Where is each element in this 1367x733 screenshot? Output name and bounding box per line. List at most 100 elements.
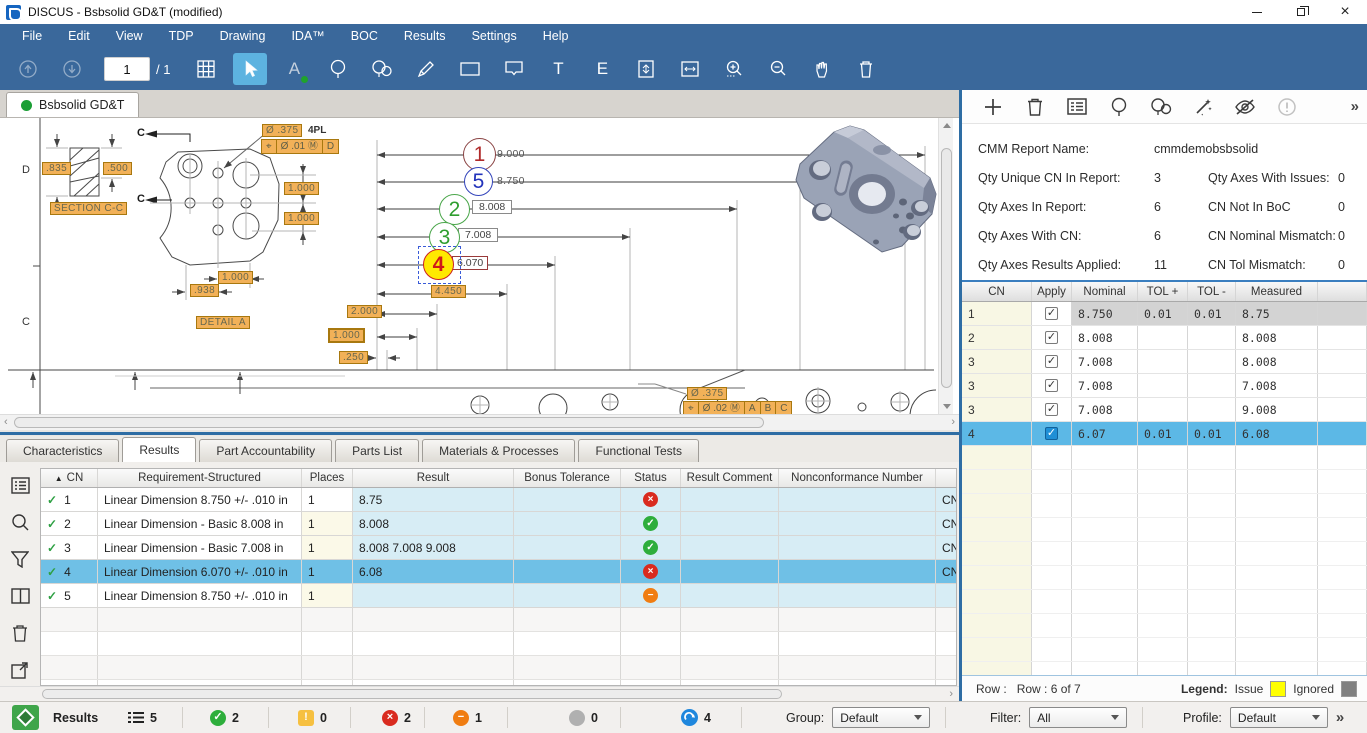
header-places[interactable]: Places [302, 469, 353, 487]
scroll-right-icon[interactable]: › [951, 416, 955, 428]
dim-v1000b[interactable]: 1.000 [284, 212, 319, 225]
menu-boc[interactable]: BOC [339, 26, 390, 46]
delete-row-button[interactable] [9, 622, 31, 644]
header-result-comment[interactable]: Result Comment [681, 469, 779, 487]
result-row[interactable]: ✓5Linear Dimension 8.750 +/- .010 in1− [41, 584, 956, 608]
restore-button[interactable] [1279, 0, 1323, 24]
panel-expand-icon[interactable]: » [1351, 98, 1359, 115]
delete-tool-button[interactable] [849, 53, 883, 85]
apply-checkbox[interactable]: ✓ [1045, 403, 1058, 416]
menu-ida[interactable]: IDA™ [279, 26, 336, 46]
header-measured[interactable]: Measured [1236, 282, 1318, 301]
menu-edit[interactable]: Edit [56, 26, 102, 46]
delete-button[interactable] [1014, 93, 1056, 121]
cmm-axis-row[interactable]: 3✓7.0088.008 [962, 350, 1367, 374]
pencil-tool-button[interactable] [409, 53, 443, 85]
fcf-bottom[interactable]: ⌖ Ø .02 Ⓜ A B C [684, 401, 792, 414]
zoom-region-button[interactable] [717, 53, 751, 85]
add-button[interactable] [972, 93, 1014, 121]
result-row[interactable]: ✓2Linear Dimension - Basic 8.008 in18.00… [41, 512, 956, 536]
cmm-axis-row[interactable]: 2✓8.0088.008 [962, 326, 1367, 350]
header-cn[interactable]: ▲CN [41, 469, 98, 487]
scroll-left-icon[interactable]: ‹ [4, 416, 8, 428]
dim-9000[interactable]: 9.000 [497, 148, 525, 160]
result-row[interactable]: ✓4Linear Dimension 6.070 +/- .010 in16.0… [41, 560, 956, 584]
page-input[interactable] [104, 57, 150, 81]
pan-tool-button[interactable] [805, 53, 839, 85]
menu-settings[interactable]: Settings [460, 26, 529, 46]
minimize-button[interactable] [1235, 0, 1279, 24]
menu-drawing[interactable]: Drawing [208, 26, 278, 46]
results-view-icon[interactable] [12, 705, 39, 730]
header-result[interactable]: Result [353, 469, 514, 487]
balloon-2[interactable]: 2 [439, 194, 470, 225]
text-tool-button[interactable]: T [541, 53, 575, 85]
prev-page-button[interactable] [11, 53, 45, 85]
annotation-tool-button[interactable]: A [277, 53, 311, 85]
hole-callout[interactable]: Ø .375 [262, 124, 302, 137]
cmm-axis-row[interactable]: 3✓7.0087.008 [962, 374, 1367, 398]
multi-balloon-button[interactable] [1140, 93, 1182, 121]
dim-500[interactable]: .500 [103, 162, 132, 175]
hole-callout-bottom[interactable]: Ø .375 [687, 387, 727, 400]
menu-view[interactable]: View [104, 26, 155, 46]
apply-checkbox[interactable]: ✓ [1045, 427, 1058, 440]
warning-count[interactable]: ! 0 [298, 702, 327, 733]
header-cn[interactable]: CN [962, 282, 1032, 301]
search-button[interactable] [9, 511, 31, 533]
menu-help[interactable]: Help [531, 26, 581, 46]
select-tool-button[interactable] [233, 53, 267, 85]
tab-characteristics[interactable]: Characteristics [6, 439, 119, 462]
cmm-axis-row[interactable]: 1✓8.7500.010.018.75 [962, 302, 1367, 326]
tab-materials-processes[interactable]: Materials & Processes [422, 439, 575, 462]
apply-checkbox[interactable]: ✓ [1045, 331, 1058, 344]
balloon-4[interactable]: 4 [423, 249, 454, 280]
cmm-axis-row[interactable]: 4✓6.070.010.016.08 [962, 422, 1367, 446]
header-tol-[interactable]: TOL + [1138, 282, 1188, 301]
result-row[interactable]: ✓1Linear Dimension 8.750 +/- .010 in18.7… [41, 488, 956, 512]
filter-dropdown[interactable]: All [1029, 707, 1127, 728]
unmeasured-count[interactable]: 0 [569, 702, 598, 733]
dim-7008[interactable]: 7.008 [458, 228, 498, 242]
columns-button[interactable] [9, 585, 31, 607]
detail-label[interactable]: DETAIL A [196, 316, 250, 329]
apply-checkbox[interactable]: ✓ [1045, 379, 1058, 392]
fit-width-button[interactable] [673, 53, 707, 85]
drawing-vertical-scrollbar[interactable] [938, 118, 953, 414]
close-button[interactable]: × [1323, 0, 1367, 24]
balloon-5[interactable]: 5 [464, 167, 493, 196]
group-dropdown[interactable]: Default [832, 707, 930, 728]
header-status[interactable]: Status [621, 469, 681, 487]
apply-checkbox[interactable]: ✓ [1045, 307, 1058, 320]
header-nominal[interactable]: Nominal [1072, 282, 1138, 301]
dim-b1000[interactable]: 1.000 [218, 271, 253, 284]
header-tol-[interactable]: TOL - [1188, 282, 1236, 301]
hide-button[interactable] [1224, 93, 1266, 121]
header-nonconformance-number[interactable]: Nonconformance Number [779, 469, 936, 487]
cmm-axis-row[interactable]: 3✓7.0089.008 [962, 398, 1367, 422]
export-button[interactable] [9, 659, 31, 681]
dim-250[interactable]: .250 [339, 351, 368, 364]
apply-checkbox[interactable]: ✓ [1045, 355, 1058, 368]
issues-button[interactable] [1266, 93, 1308, 121]
results-horizontal-scrollbar[interactable]: ‹ › [0, 686, 959, 701]
dim-v1000a[interactable]: 1.000 [284, 182, 319, 195]
pane-splitter[interactable] [0, 430, 959, 436]
pass-count[interactable]: ✓ 2 [210, 702, 239, 733]
tab-functional-tests[interactable]: Functional Tests [578, 439, 699, 462]
balloon-button[interactable] [1098, 93, 1140, 121]
scroll-right-icon[interactable]: › [949, 688, 953, 700]
menu-tdp[interactable]: TDP [157, 26, 206, 46]
dim-b938[interactable]: .938 [190, 284, 219, 297]
flag-tool-button[interactable] [497, 53, 531, 85]
section-label[interactable]: SECTION C-C [50, 202, 127, 215]
filter-button[interactable] [9, 548, 31, 570]
menu-file[interactable]: File [10, 26, 54, 46]
dim-4450[interactable]: 4.450 [431, 285, 466, 298]
multi-balloon-tool-button[interactable] [365, 53, 399, 85]
vertical-scroll-thumb[interactable] [941, 148, 952, 388]
menu-results[interactable]: Results [392, 26, 458, 46]
drawing-canvas[interactable]: D C .835 .500 SECTION C-C C C Ø .375 4PL… [0, 118, 959, 414]
header-apply[interactable]: Apply [1032, 282, 1072, 301]
fit-page-button[interactable] [629, 53, 663, 85]
